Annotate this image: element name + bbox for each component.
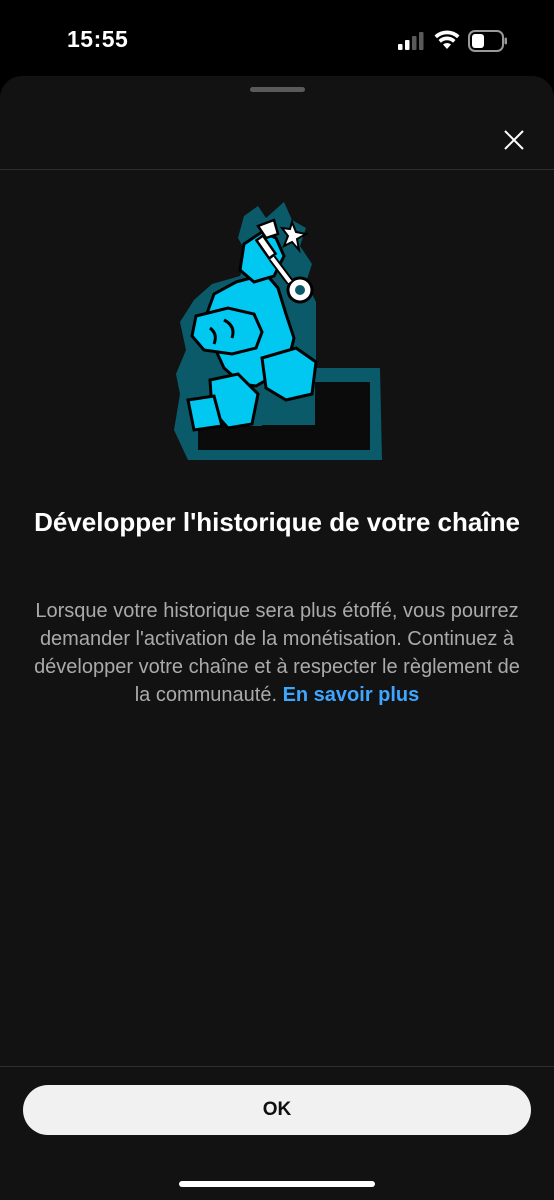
sheet-description: Lorsque votre historique sera plus étoff…: [24, 597, 530, 709]
battery-icon: [468, 30, 507, 52]
header-divider: [0, 169, 554, 170]
screen: 15:55 Développer l'historique de votre c…: [0, 0, 554, 1200]
learn-more-link[interactable]: En savoir plus: [283, 684, 420, 706]
drag-handle[interactable]: [250, 87, 305, 92]
home-indicator[interactable]: [179, 1181, 375, 1187]
ok-button[interactable]: OK: [23, 1085, 531, 1135]
signal-icon: [398, 32, 424, 50]
footer-divider: [0, 1066, 554, 1067]
wifi-icon: [434, 30, 460, 49]
close-icon: [504, 130, 524, 150]
status-time: 15:55: [67, 26, 129, 52]
sheet-title: Développer l'historique de votre chaîne: [34, 507, 520, 537]
status-bar: 15:55: [0, 0, 554, 76]
description-text: Lorsque votre historique sera plus étoff…: [34, 600, 520, 706]
bottom-sheet: Développer l'historique de votre chaîne …: [0, 76, 554, 1200]
close-button[interactable]: [494, 120, 534, 160]
key-climbing-stairs-illustration: [174, 202, 382, 460]
